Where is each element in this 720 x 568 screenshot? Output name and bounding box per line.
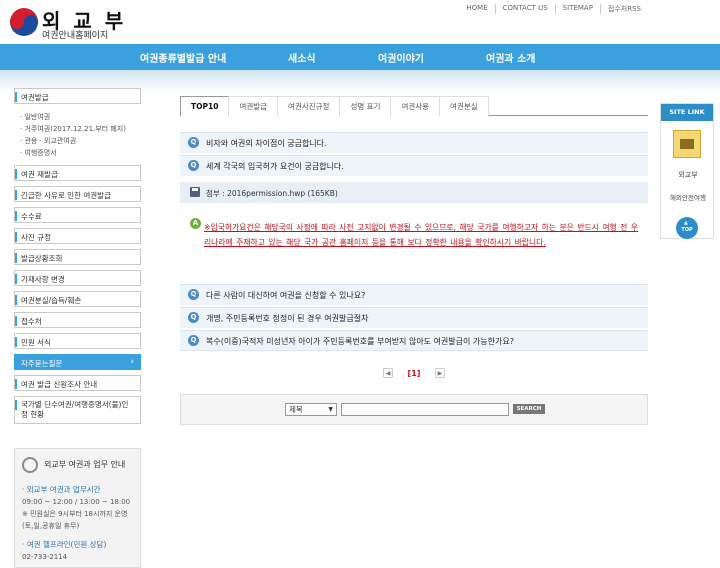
faq-question-row[interactable]: Q 개명, 주민등록번호 정정이 된 경우 여권발급절차 [180, 307, 648, 328]
helpline-title: · 여권 헬프라인(민원 상담) [22, 540, 107, 549]
hours-line: ※ 민원실은 9시부터 18시까지 운영 [22, 510, 128, 518]
lnb-item-office[interactable]: 접수처 [14, 312, 141, 328]
tab-lost[interactable]: 여권분실 [439, 96, 489, 116]
question-icon: Q [188, 289, 199, 300]
contact-us-link[interactable]: CONTACT US [494, 4, 555, 14]
hours-title: · 외교부 여권과 업무시간 [22, 485, 101, 494]
sitemap-link[interactable]: SITEMAP [554, 4, 600, 14]
lnb-item-change[interactable]: 기재사항 변경 [14, 270, 141, 286]
lnb-sub-item[interactable]: · 여행증명서 [20, 147, 135, 159]
nav-passport-types[interactable]: 여권종류별발급 안내 [140, 50, 226, 65]
scroll-top-button[interactable]: TOP [676, 210, 698, 239]
site-subtitle: 여권안내홈페이지 [42, 31, 109, 41]
search-input[interactable] [341, 403, 509, 416]
folder-icon[interactable] [673, 130, 701, 158]
next-page-button[interactable]: ▶ [434, 368, 445, 378]
chevron-down-icon: ▼ [328, 406, 333, 413]
tab-issue[interactable]: 여권발급 [228, 96, 279, 116]
lnb-sub-item[interactable]: · 일반여권 [20, 111, 135, 123]
main-content: TOP10 여권발급 여권사진규정 성명 표기 여권사용 여권분실 Q 비자와 … [180, 96, 648, 425]
lnb-item-status[interactable]: 발급상황조회 [14, 249, 141, 265]
helpline-number: 02-733-2114 [22, 553, 68, 561]
chevron-right-icon: › [130, 357, 134, 367]
global-nav: 여권종류별발급 안내 새소식 여권이야기 여권과 소개 [0, 44, 720, 70]
rss-link[interactable]: 접수처RSS [599, 4, 648, 14]
nav-about[interactable]: 여권과 소개 [486, 50, 535, 65]
faq-question: 비자와 여권의 차이점이 궁금합니다. [206, 139, 327, 148]
faq-question: 세계 각국의 입국허가 요건이 궁금합니다. [206, 162, 344, 171]
answer-icon: A [190, 218, 201, 229]
attachment-row: 첨부 : 2016permission.hwp (165KB) [180, 182, 648, 203]
search-select-value: 제목 [289, 405, 303, 414]
lnb-item-faq-label: 자주묻는질문 [21, 359, 63, 368]
lnb-sub-list: · 일반여권 · 거주여권(2017.12.21.부터 폐지) · 관용 · 외… [14, 109, 141, 163]
site-link-title: SITE LINK [661, 104, 713, 121]
pagination: ◀ [1] ▶ [180, 368, 648, 378]
nav-passport-story[interactable]: 여권이야기 [378, 50, 424, 65]
lnb-item-country-status[interactable]: 국가별 단수여권/여행증명서(불)인정 현황 [14, 396, 141, 424]
question-icon: Q [188, 160, 199, 171]
disk-icon [190, 187, 200, 197]
lnb-item-lost[interactable]: 여권분실/습득/훼손 [14, 291, 141, 307]
lnb-item-passport-issue[interactable]: 여권발급 [14, 88, 141, 104]
faq-question-row[interactable]: Q 세계 각국의 입국허가 요건이 궁금합니다. [180, 155, 648, 176]
tab-photo-rules[interactable]: 여권사진규정 [277, 96, 341, 116]
faq-answer: ※입국허가요건은 해당국의 사정에 따라 사전 고지없이 변경될 수 있으므로,… [204, 223, 638, 247]
question-icon: Q [188, 137, 199, 148]
question-icon: Q [188, 335, 199, 346]
hours-line: (토,일,공휴일 휴무) [22, 522, 80, 530]
tab-usage[interactable]: 여권사용 [390, 96, 441, 116]
hours-line: 09:00 ~ 12:00 / 13:00 ~ 18:00 [22, 498, 131, 506]
phone-icon [22, 457, 38, 473]
question-icon: Q [188, 312, 199, 323]
lnb-item-photo[interactable]: 사진 규정 [14, 228, 141, 244]
search-box: 제목 ▼ SEARCH [180, 394, 648, 425]
search-button[interactable]: SEARCH [513, 404, 545, 414]
nav-news[interactable]: 새소식 [288, 50, 316, 65]
utility-links: HOME CONTACT US SITEMAP 접수처RSS [459, 4, 648, 14]
left-menu: 여권발급 · 일반여권 · 거주여권(2017.12.21.부터 폐지) · 관… [14, 88, 141, 429]
travel-safety-link[interactable]: 해외안전여행 [661, 192, 715, 202]
lnb-item-reissue[interactable]: 여권 재발급 [14, 165, 141, 181]
lnb-item-faq[interactable]: 자주묻는질문 › [14, 354, 141, 370]
lnb-item-background-check[interactable]: 여권 발급 신원조사 안내 [14, 375, 141, 391]
faq-question: 개명, 주민등록번호 정정이 된 경우 여권발급절차 [206, 314, 369, 323]
info-title: 외교부 여권과 업무 안내 [44, 460, 126, 469]
tab-top10[interactable]: TOP10 [180, 96, 230, 116]
lnb-sub-item[interactable]: · 거주여권(2017.12.21.부터 폐지) [20, 123, 135, 135]
attachment-link[interactable]: 첨부 : 2016permission.hwp (165KB) [206, 188, 338, 199]
lnb-sub-item[interactable]: · 관용 · 외교관여권 [20, 135, 135, 147]
lnb-item-forms[interactable]: 민원 서식 [14, 333, 141, 349]
mofa-link[interactable]: 외교부 [661, 170, 715, 180]
faq-question-row[interactable]: Q 다른 사람이 대신하여 여권을 신청할 수 있나요? [180, 284, 648, 305]
lnb-item-fee[interactable]: 수수료 [14, 207, 141, 223]
faq-question-row[interactable]: Q 비자와 여권의 차이점이 궁금합니다. [180, 132, 648, 153]
faq-question: 복수(이중)국적자 미성년자 아이가 주민등록번호를 부여받지 않아도 여권발급… [206, 337, 514, 346]
faq-question: 다른 사람이 대신하여 여권을 신청할 수 있나요? [206, 291, 366, 300]
site-header: 외 교 부 여권안내홈페이지 HOME CONTACT US SITEMAP 접… [0, 0, 720, 44]
search-field-select[interactable]: 제목 ▼ [285, 403, 337, 416]
current-page[interactable]: [1] [408, 369, 421, 378]
faq-question-row[interactable]: Q 복수(이중)국적자 미성년자 아이가 주민등록번호를 부여받지 않아도 여권… [180, 330, 648, 351]
prev-page-button[interactable]: ◀ [383, 368, 393, 378]
faq-tabs: TOP10 여권발급 여권사진규정 성명 표기 여권사용 여권분실 [180, 96, 648, 116]
lnb-item-urgent[interactable]: 긴급한 사유로 인한 여권발급 [14, 186, 141, 202]
tab-name-notation[interactable]: 성명 표기 [339, 96, 392, 116]
info-box: 외교부 여권과 업무 안내 · 외교부 여권과 업무시간 09:00 ~ 12:… [14, 448, 141, 568]
home-link[interactable]: HOME [459, 4, 494, 14]
government-logo-icon[interactable] [10, 8, 38, 36]
